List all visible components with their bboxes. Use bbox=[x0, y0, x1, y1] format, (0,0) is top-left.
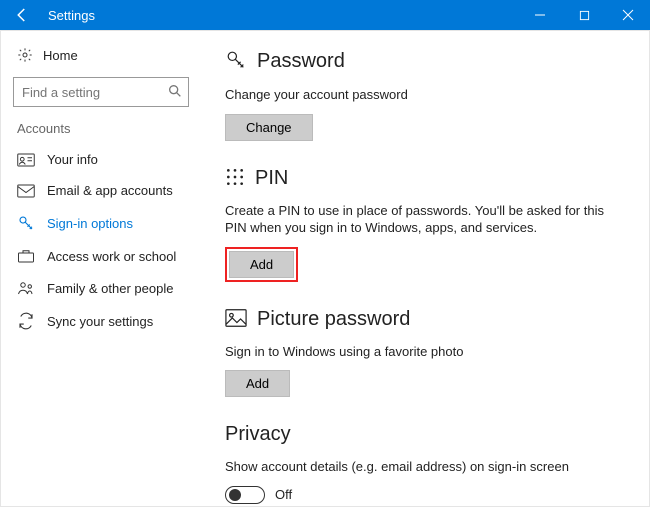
briefcase-icon bbox=[17, 248, 35, 264]
minimize-button[interactable] bbox=[518, 0, 562, 30]
titlebar: Settings bbox=[0, 0, 650, 30]
gear-icon bbox=[17, 47, 33, 63]
mail-icon bbox=[17, 184, 35, 198]
add-picture-password-button[interactable]: Add bbox=[225, 370, 290, 397]
pin-section: PIN Create a PIN to use in place of pass… bbox=[225, 167, 625, 282]
sidebar-item-label: Sync your settings bbox=[47, 314, 153, 329]
window-title: Settings bbox=[44, 8, 518, 23]
pin-title: PIN bbox=[255, 167, 288, 190]
sidebar-item-your-info[interactable]: Your info bbox=[1, 144, 201, 175]
key-icon bbox=[225, 49, 247, 74]
close-button[interactable] bbox=[606, 0, 650, 30]
sidebar-item-signin-options[interactable]: Sign-in options bbox=[1, 206, 201, 240]
sidebar-item-label: Family & other people bbox=[47, 281, 173, 296]
maximize-button[interactable] bbox=[562, 0, 606, 30]
pin-desc: Create a PIN to use in place of password… bbox=[225, 202, 605, 237]
password-title: Password bbox=[257, 50, 345, 73]
privacy-title: Privacy bbox=[225, 423, 291, 446]
picture-desc: Sign in to Windows using a favorite phot… bbox=[225, 343, 605, 361]
password-section: Password Change your account password Ch… bbox=[225, 49, 625, 141]
privacy-desc: Show account details (e.g. email address… bbox=[225, 458, 605, 476]
sidebar-item-label: Access work or school bbox=[47, 249, 176, 264]
window-controls bbox=[518, 0, 650, 30]
add-pin-button[interactable]: Add bbox=[229, 251, 294, 278]
sidebar-item-label: Sign-in options bbox=[47, 216, 133, 231]
sidebar-item-access-work[interactable]: Access work or school bbox=[1, 240, 201, 272]
keypad-icon bbox=[225, 167, 245, 190]
sidebar-item-email[interactable]: Email & app accounts bbox=[1, 175, 201, 206]
change-password-button[interactable]: Change bbox=[225, 114, 313, 141]
search-icon bbox=[167, 83, 183, 102]
people-icon bbox=[17, 280, 35, 296]
search-box bbox=[13, 77, 189, 107]
picture-title: Picture password bbox=[257, 308, 410, 331]
sidebar-item-label: Email & app accounts bbox=[47, 183, 173, 198]
back-button[interactable] bbox=[0, 0, 44, 30]
pin-add-highlight: Add bbox=[225, 247, 298, 282]
privacy-section: Privacy Show account details (e.g. email… bbox=[225, 423, 625, 504]
home-button[interactable]: Home bbox=[1, 41, 201, 69]
main-content: Password Change your account password Ch… bbox=[201, 31, 649, 506]
sidebar-item-label: Your info bbox=[47, 152, 98, 167]
home-label: Home bbox=[43, 48, 78, 63]
picture-icon bbox=[225, 308, 247, 331]
search-input[interactable] bbox=[13, 77, 189, 107]
sidebar: Home Accounts Your info Email & app acco… bbox=[1, 31, 201, 506]
toggle-label: Off bbox=[275, 487, 292, 502]
sidebar-item-family[interactable]: Family & other people bbox=[1, 272, 201, 304]
person-card-icon bbox=[17, 153, 35, 167]
sidebar-section-header: Accounts bbox=[1, 117, 201, 144]
key-icon bbox=[17, 214, 35, 232]
privacy-toggle[interactable] bbox=[225, 486, 265, 504]
picture-password-section: Picture password Sign in to Windows usin… bbox=[225, 308, 625, 398]
password-desc: Change your account password bbox=[225, 86, 605, 104]
sidebar-item-sync[interactable]: Sync your settings bbox=[1, 304, 201, 338]
sync-icon bbox=[17, 312, 35, 330]
